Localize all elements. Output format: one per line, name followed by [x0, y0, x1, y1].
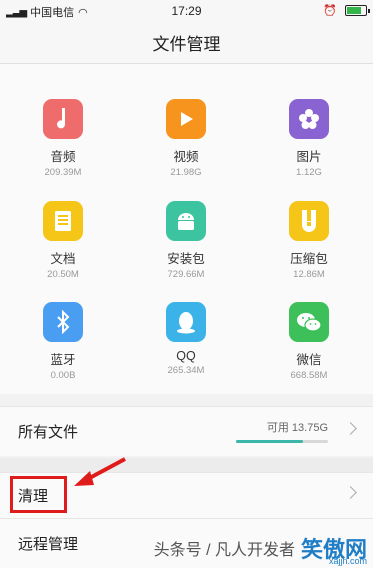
category-images[interactable]: 图片 1.12G	[249, 99, 369, 194]
category-label: 图片	[296, 150, 322, 164]
category-size: 20.50M	[47, 269, 79, 280]
annotation-arrow-icon	[74, 457, 126, 486]
storage-bar	[236, 440, 328, 443]
category-label: 文档	[50, 252, 76, 266]
category-label: 微信	[296, 353, 322, 367]
alarm-icon: ⏰	[323, 5, 337, 17]
document-icon	[43, 201, 83, 241]
highlight-box	[10, 476, 67, 513]
category-size: 209.39M	[44, 167, 82, 178]
category-label: 安装包	[167, 252, 205, 266]
clock: 17:29	[171, 4, 202, 18]
category-size: 1.12G	[296, 167, 322, 178]
category-size: 265.34M	[167, 365, 205, 376]
status-bar: ▂▃▅ 中国电信 ◠ 17:29 ⏰	[0, 0, 373, 22]
qq-icon	[166, 302, 206, 342]
watermark-text: 头条号 / 凡人开发者	[153, 542, 295, 559]
chevron-right-icon	[344, 486, 357, 499]
category-audio[interactable]: 音频 209.39M	[3, 99, 123, 194]
category-documents[interactable]: 文档 20.50M	[3, 201, 123, 296]
category-size: 12.86M	[293, 269, 325, 280]
chevron-right-icon	[344, 422, 357, 435]
category-apk[interactable]: 安装包 729.66M	[126, 201, 246, 296]
category-label: 压缩包	[290, 252, 328, 266]
zip-icon	[289, 201, 329, 241]
category-grid: 音频 209.39M 视频 21.98G 图片 1.12G 文档 20.50M …	[0, 64, 373, 394]
category-size: 0.00B	[50, 370, 76, 381]
remote-management-label: 远程管理	[18, 536, 79, 553]
category-bluetooth[interactable]: 蓝牙 0.00B	[3, 302, 123, 397]
music-note-icon	[43, 99, 83, 139]
flower-icon	[289, 99, 329, 139]
category-label: QQ	[176, 349, 196, 363]
all-files-label: 所有文件	[18, 424, 79, 441]
available-storage: 可用 13.75G	[266, 422, 328, 434]
category-qq[interactable]: QQ 265.34M	[126, 302, 246, 397]
category-label: 蓝牙	[50, 353, 76, 367]
category-size: 668.58M	[290, 370, 328, 381]
category-size: 21.98G	[170, 167, 202, 178]
category-label: 音频	[50, 150, 76, 164]
category-size: 729.66M	[167, 269, 205, 280]
watermark-url: xajjn.com	[328, 556, 367, 566]
bluetooth-icon	[43, 302, 83, 342]
category-archives[interactable]: 压缩包 12.86M	[249, 201, 369, 296]
page-title: 文件管理	[0, 22, 373, 64]
category-video[interactable]: 视频 21.98G	[126, 99, 246, 194]
storage-indicator: 可用 13.75G	[236, 419, 328, 443]
play-icon	[166, 99, 206, 139]
android-icon	[166, 201, 206, 241]
category-wechat[interactable]: 微信 668.58M	[249, 302, 369, 397]
wechat-icon	[289, 302, 329, 342]
all-files-row[interactable]: 所有文件 可用 13.75G	[0, 406, 373, 456]
category-label: 视频	[173, 150, 199, 164]
battery-icon	[345, 5, 370, 16]
storage-bar-fill	[236, 440, 304, 443]
